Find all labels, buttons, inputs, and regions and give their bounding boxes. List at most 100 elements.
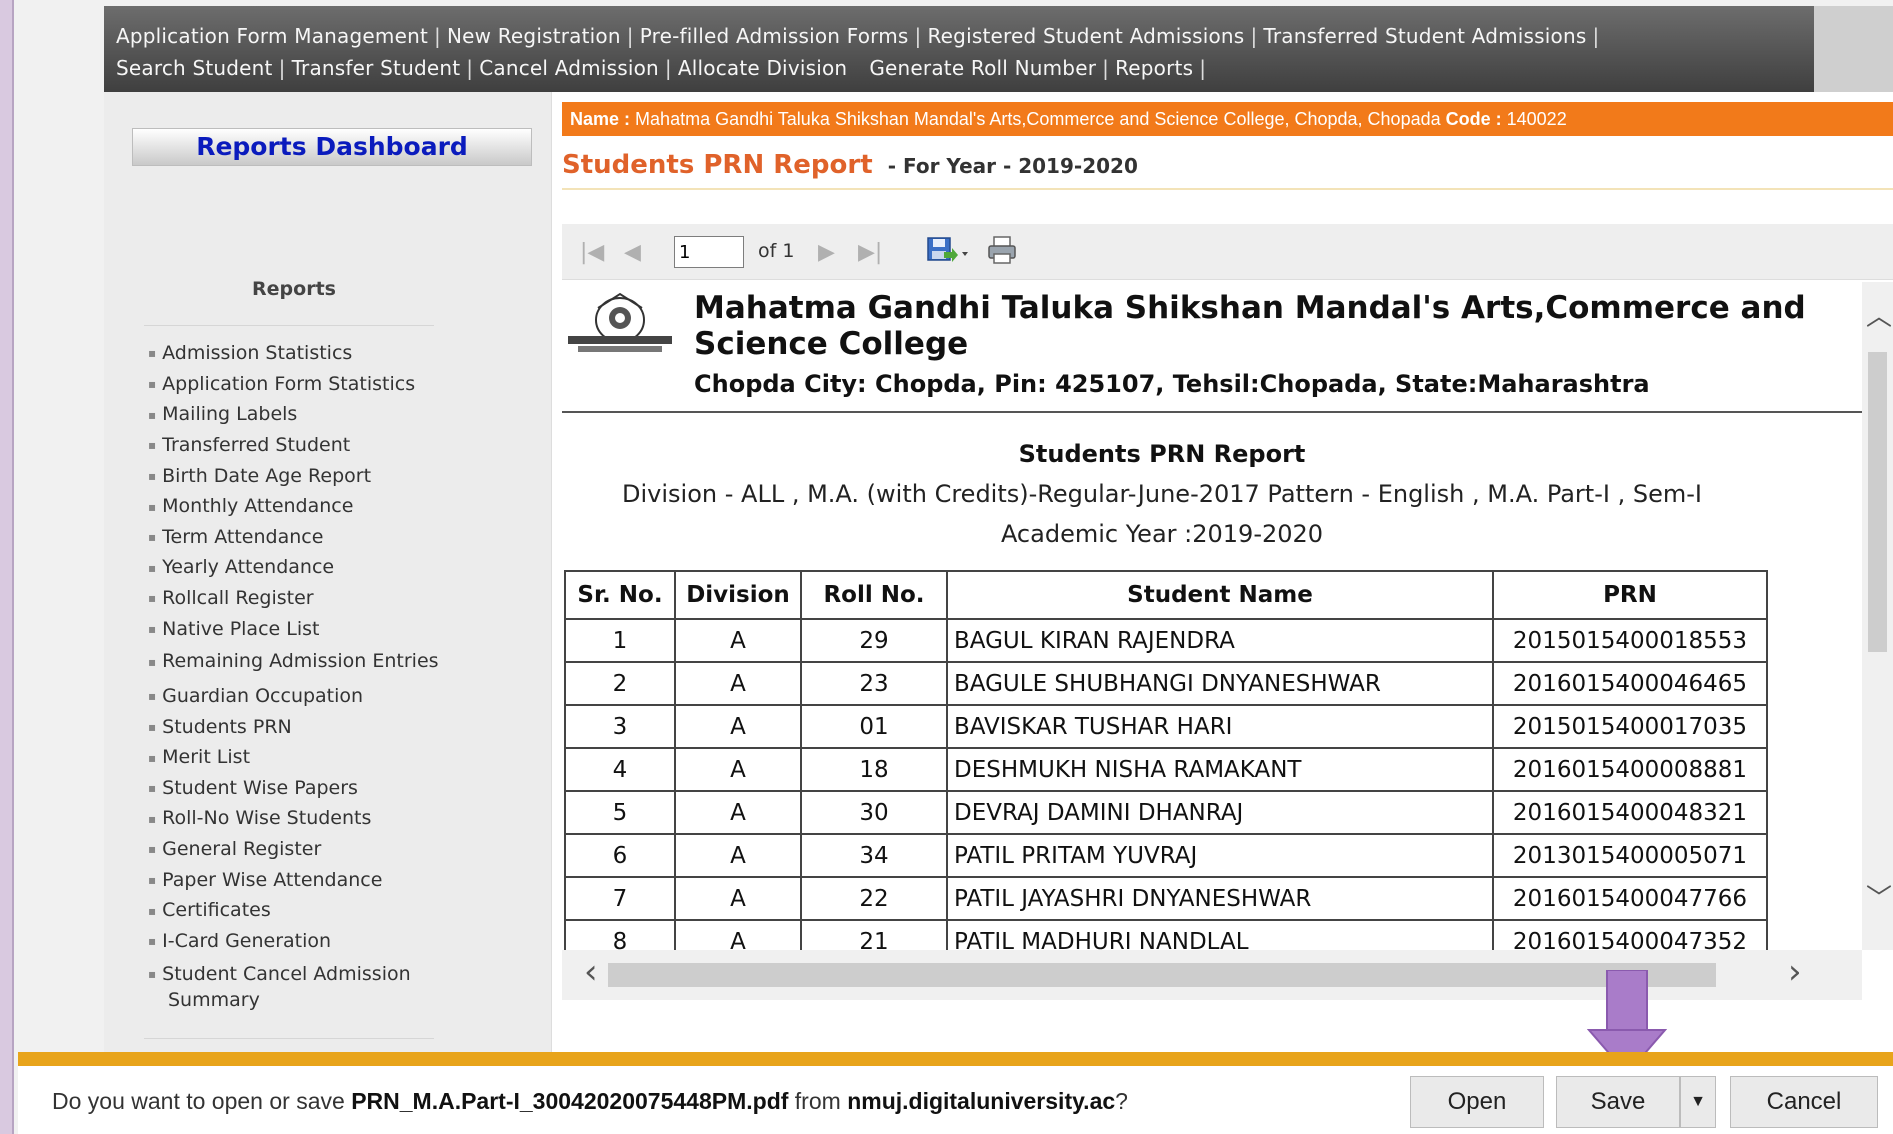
report-item-remaining-admission-entries[interactable]: ▪ Remaining Admission Entries — [148, 648, 478, 675]
report-item-label: Birth Date Age Report — [162, 464, 372, 487]
nav-prefilled-admission-forms[interactable]: Pre-filled Admission Forms — [640, 24, 909, 48]
nav-reports[interactable]: Reports — [1115, 56, 1193, 80]
report-title-row: Students PRN Report - For Year - 2019-20… — [562, 150, 1893, 190]
sr-no-cell: 5 — [564, 790, 676, 835]
report-viewport[interactable]: Mahatma Gandhi Taluka Shikshan Mandal's … — [562, 282, 1862, 950]
bullet-icon: ▪ — [148, 750, 157, 765]
page-number-input[interactable] — [674, 236, 744, 268]
scroll-up-icon[interactable]: ︿ — [1866, 296, 1892, 333]
sr-no-cell: 6 — [564, 833, 676, 878]
report-item-label: Native Place List — [162, 617, 320, 640]
nav-separator: | — [1102, 56, 1110, 80]
nav-generate-roll-number[interactable]: Generate Roll Number — [869, 56, 1096, 80]
report-item-label: Certificates — [162, 899, 271, 922]
table-row: 2 A 23 BAGULE SHUBHANGI DNYANESHWAR 20160154… — [564, 661, 1768, 706]
table-body: 1 A 29 BAGUL KIRAN RAJENDRA 2015015400018553… — [564, 618, 1768, 950]
roll-no-cell: 21 — [800, 919, 948, 950]
horizontal-scrollbar[interactable]: ‹ › — [562, 950, 1862, 1000]
save-button[interactable]: Save — [1556, 1076, 1680, 1128]
report-item-label: Student Cancel Admission Summary — [162, 962, 411, 1012]
report-academic-year: Academic Year :2019-2020 — [1000, 520, 1324, 548]
report-item-rollcall-register[interactable]: ▪ Rollcall Register — [148, 583, 478, 614]
division-cell: A — [674, 747, 802, 792]
roll-no-cell: 29 — [800, 618, 948, 663]
scroll-right-icon[interactable]: › — [1788, 952, 1802, 992]
table-row: 4 A 18 DESHMUKH NISHA RAMAKANT 2016015400008… — [564, 747, 1768, 792]
top-navigation: Application Form Management | New Registra… — [104, 6, 1814, 92]
scrollbar-thumb[interactable] — [608, 963, 1716, 987]
prn-cell: 2016015400046465 — [1492, 661, 1768, 706]
report-item-term-attendance[interactable]: ▪ Term Attendance — [148, 522, 478, 553]
vertical-scrollbar[interactable]: ︿ ﹀ — [1862, 282, 1893, 950]
report-item-roll-no-wise-students[interactable]: ▪ Roll-No Wise Students — [148, 803, 478, 834]
save-export-icon[interactable] — [926, 234, 970, 272]
nav-new-registration[interactable]: New Registration — [447, 24, 621, 48]
report-item-mailing-labels[interactable]: ▪ Mailing Labels — [148, 399, 478, 430]
column-header: Student Name — [946, 570, 1494, 620]
table-row: 7 A 22 PATIL JAYASHRI DNYANESHWAR 2016015400… — [564, 876, 1768, 921]
column-header: Sr. No. — [564, 570, 676, 620]
student-name-cell: BAGUL KIRAN RAJENDRA — [946, 618, 1494, 663]
report-item-native-place-list[interactable]: ▪ Native Place List — [148, 614, 478, 645]
report-item-monthly-attendance[interactable]: ▪ Monthly Attendance — [148, 491, 478, 522]
print-icon[interactable] — [986, 234, 1018, 272]
last-page-icon[interactable]: ▶| — [858, 240, 882, 265]
college-address: Chopda City: Chopda, Pin: 425107, Tehsil… — [694, 370, 1650, 398]
report-item-label: Student Wise Papers — [162, 776, 358, 799]
bullet-icon: ▪ — [148, 591, 157, 606]
next-page-icon[interactable]: ▶ — [818, 240, 835, 265]
roll-no-cell: 23 — [800, 661, 948, 706]
bullet-icon: ▪ — [148, 468, 157, 483]
report-title: Students PRN Report — [562, 150, 873, 180]
scroll-down-icon[interactable]: ﹀ — [1866, 878, 1892, 915]
nav-separator: | — [434, 24, 441, 48]
first-page-icon[interactable]: |◀ — [580, 240, 604, 265]
reports-dashboard-title[interactable]: Reports Dashboard — [132, 128, 532, 166]
name-label: Name : — [570, 109, 631, 129]
report-item-transferred-student[interactable]: ▪ Transferred Student — [148, 430, 478, 461]
scrollbar-thumb[interactable] — [1868, 352, 1887, 652]
report-item-label: Rollcall Register — [162, 587, 314, 610]
nav-cancel-admission[interactable]: Cancel Admission — [479, 56, 659, 80]
report-item-paper-wise-attendance[interactable]: ▪ Paper Wise Attendance — [148, 865, 478, 896]
prev-page-icon[interactable]: ◀ — [624, 240, 641, 265]
nav-transfer-student[interactable]: Transfer Student — [292, 56, 461, 80]
report-item-students-prn[interactable]: ▪ Students PRN — [148, 712, 478, 743]
report-item-yearly-attendance[interactable]: ▪ Yearly Attendance — [148, 552, 478, 583]
download-prompt-suffix: ? — [1115, 1088, 1128, 1114]
nav-search-student[interactable]: Search Student — [116, 56, 273, 80]
nav-allocate-division[interactable]: Allocate Division — [678, 56, 847, 80]
save-options-chevron-down-icon[interactable]: ▼ — [1680, 1076, 1716, 1128]
division-cell: A — [674, 790, 802, 835]
sr-no-cell: 7 — [564, 876, 676, 921]
report-item-label: I-Card Generation — [162, 930, 332, 953]
nav-transferred-student-admissions[interactable]: Transferred Student Admissions — [1263, 24, 1586, 48]
report-year: - For Year - 2019-2020 — [887, 154, 1138, 178]
report-item-application-form-statistics[interactable]: ▪ Application Form Statistics — [148, 369, 478, 400]
nav-registered-student-admissions[interactable]: Registered Student Admissions — [927, 24, 1244, 48]
college-name: Mahatma Gandhi Taluka Shikshan Mandal's … — [694, 290, 1806, 362]
report-item-admission-statistics[interactable]: ▪ Admission Statistics — [148, 338, 478, 369]
report-item-student-cancel-admission-summary[interactable]: ▪ Student Cancel Admission Summary — [148, 961, 478, 1014]
open-button[interactable]: Open — [1410, 1076, 1544, 1128]
report-item-certificates[interactable]: ▪ Certificates — [148, 895, 478, 926]
scroll-left-icon[interactable]: ‹ — [584, 952, 598, 992]
cancel-button[interactable]: Cancel — [1730, 1076, 1878, 1128]
column-header: Roll No. — [800, 570, 948, 620]
nav-separator: | — [1592, 24, 1600, 48]
report-item-guardian-occupation[interactable]: ▪ Guardian Occupation — [148, 681, 478, 712]
report-item-label: Term Attendance — [162, 525, 324, 548]
report-item-general-register[interactable]: ▪ General Register — [148, 834, 478, 865]
report-item-student-wise-papers[interactable]: ▪ Student Wise Papers — [148, 773, 478, 804]
report-item-birth-date-age-report[interactable]: ▪ Birth Date Age Report — [148, 461, 478, 492]
report-item-merit-list[interactable]: ▪ Merit List — [148, 742, 478, 773]
bullet-icon: ▪ — [148, 654, 157, 669]
student-name-cell: PATIL MADHURI NANDLAL — [946, 919, 1494, 950]
report-item-icard-generation[interactable]: ▪ I-Card Generation — [148, 926, 478, 957]
bullet-icon: ▪ — [148, 781, 157, 796]
institution-code: 140022 — [1506, 109, 1567, 129]
reports-heading: Reports — [252, 278, 336, 300]
student-name-cell: PATIL JAYASHRI DNYANESHWAR — [946, 876, 1494, 921]
students-prn-table: Sr. No. Division Roll No. Student Name P… — [564, 570, 1768, 950]
nav-application-form-management[interactable]: Application Form Management — [116, 24, 428, 48]
